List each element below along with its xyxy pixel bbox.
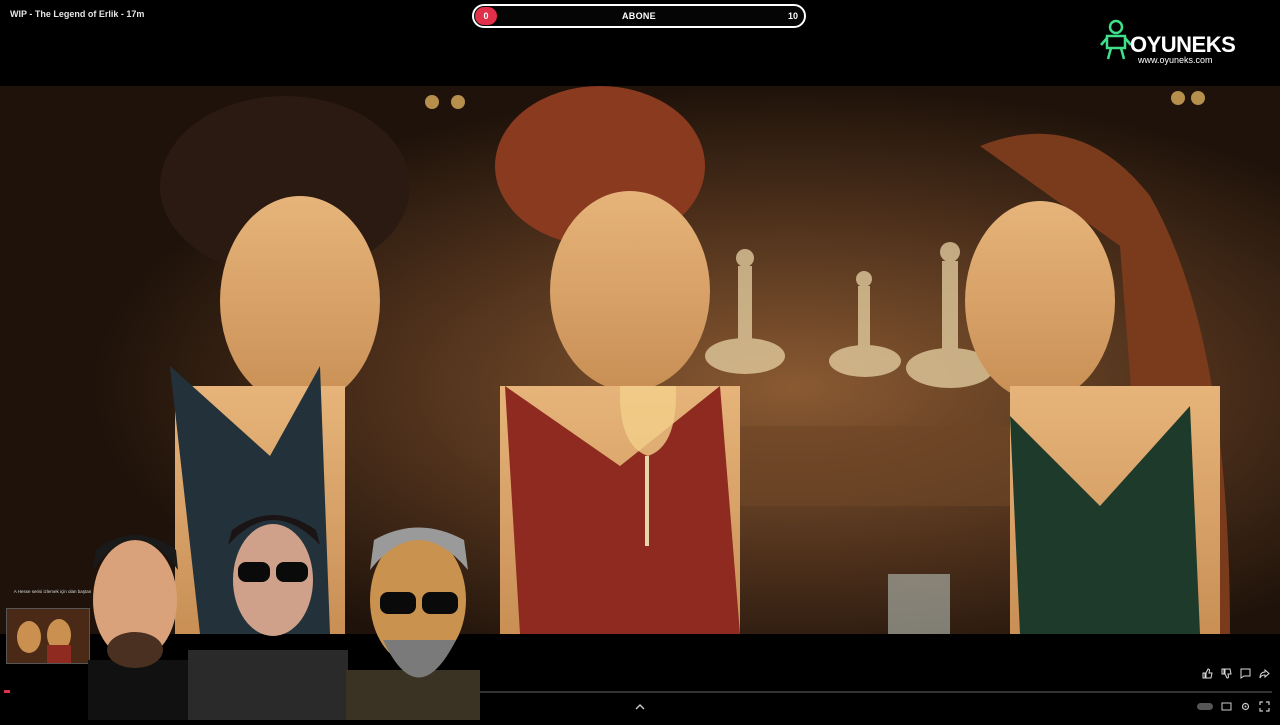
captions-icon[interactable] bbox=[1221, 701, 1232, 712]
video-thumbnail[interactable] bbox=[6, 608, 90, 664]
chat-icon[interactable] bbox=[1240, 668, 1251, 679]
mascot-logo-icon bbox=[1100, 19, 1132, 60]
thumbnail-image bbox=[7, 609, 89, 663]
stream-title: WIP - The Legend of Erlik - 17m bbox=[10, 9, 145, 19]
share-icon[interactable] bbox=[1259, 668, 1270, 679]
seek-bar[interactable] bbox=[480, 691, 1272, 693]
webcam-overlay bbox=[88, 500, 480, 720]
gear-icon[interactable] bbox=[1240, 701, 1251, 712]
subscriber-goal-bar: 0 ABONE 10 bbox=[472, 4, 806, 28]
top-overlay: WIP - The Legend of Erlik - 17m 0 ABONE … bbox=[0, 0, 1280, 86]
thumbs-down-icon[interactable] bbox=[1221, 668, 1232, 679]
fullscreen-icon[interactable] bbox=[1259, 701, 1270, 712]
thumbnail-caption: A Hesse serisi izlemek için olan baştan bbox=[13, 589, 92, 594]
autoplay-toggle[interactable] bbox=[1197, 703, 1213, 710]
live-indicator bbox=[4, 690, 10, 693]
player-controls bbox=[1197, 701, 1270, 712]
brand-url: www.oyuneks.com bbox=[1138, 55, 1213, 65]
subscriber-goal-label: ABONE bbox=[621, 11, 656, 21]
subscriber-goal-target: 10 bbox=[787, 11, 798, 21]
thumbs-up-icon[interactable] bbox=[1202, 668, 1213, 679]
action-buttons bbox=[1202, 668, 1270, 679]
chevron-up-icon[interactable] bbox=[634, 700, 646, 712]
brand-logo: OYUNEKS www.oyuneks.com bbox=[1100, 18, 1250, 68]
hosts-illustration bbox=[88, 515, 480, 720]
